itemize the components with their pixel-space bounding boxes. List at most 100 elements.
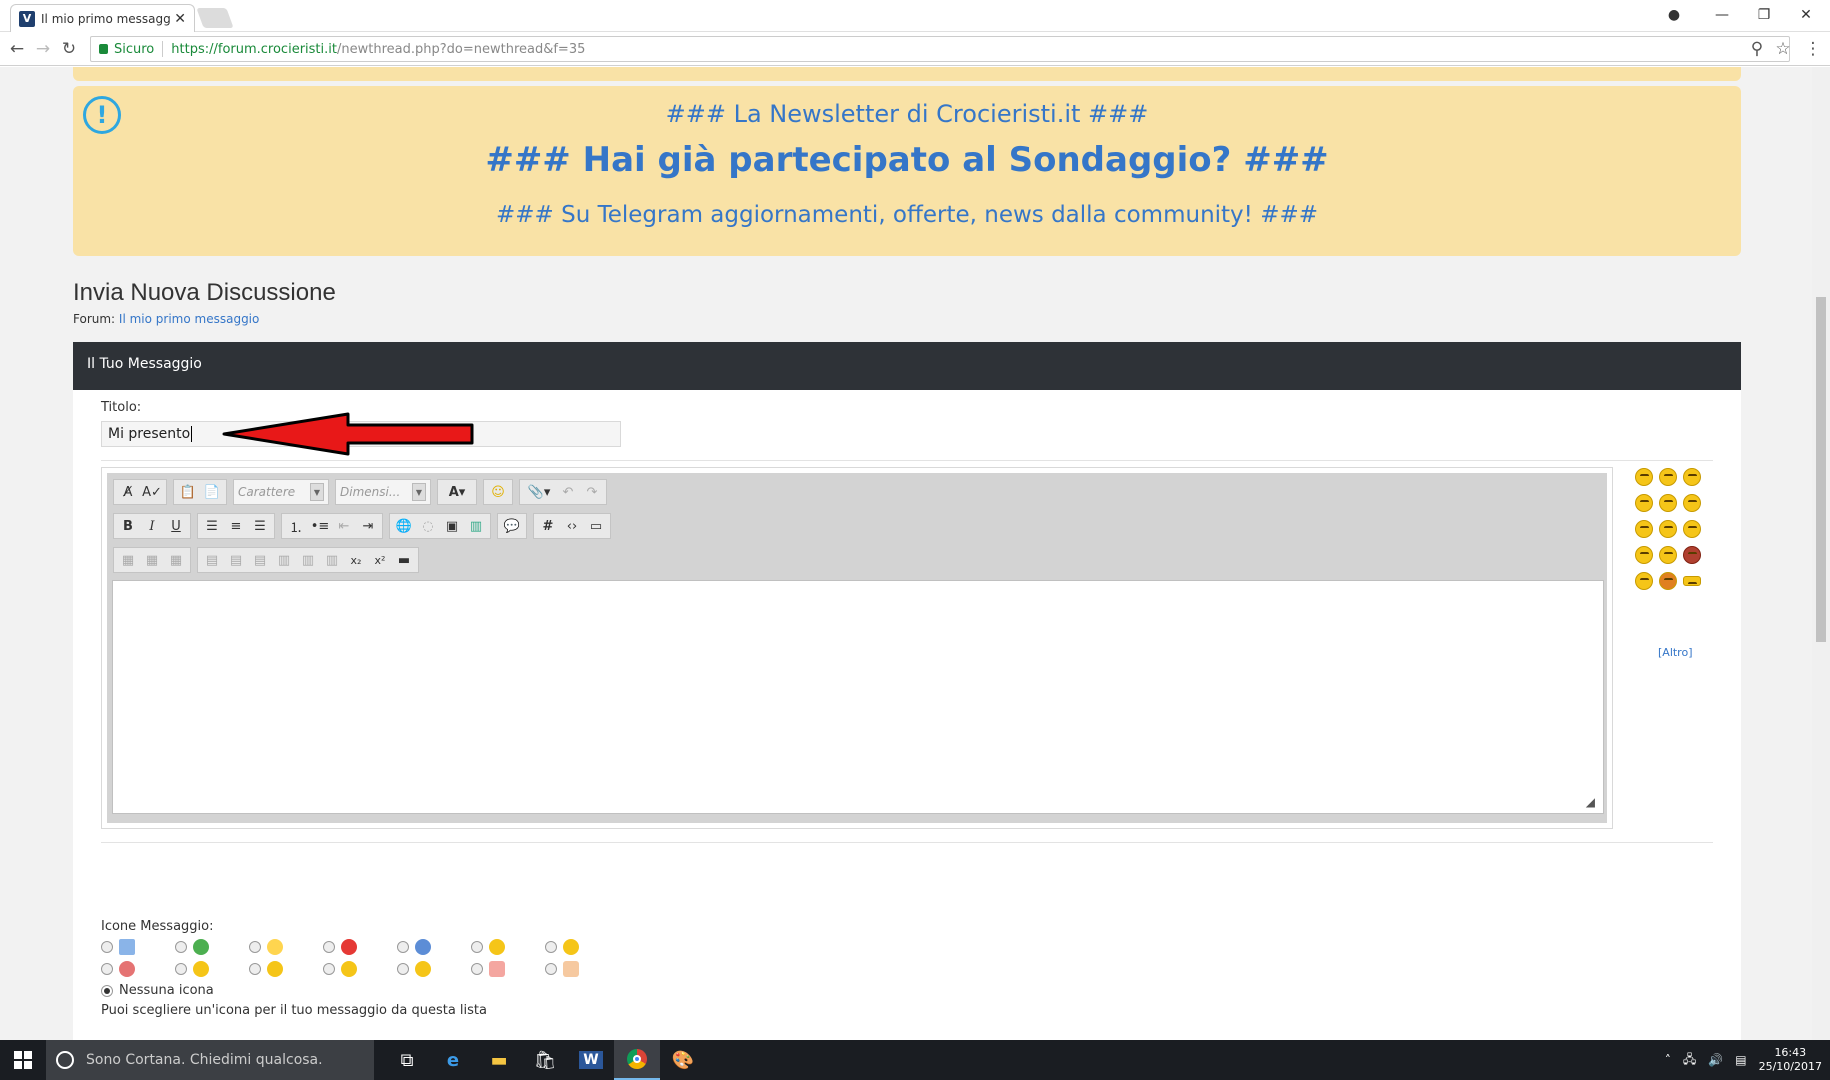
outdent-icon[interactable]: ⇤ <box>332 515 356 537</box>
icon-radio[interactable] <box>471 941 483 953</box>
explorer-icon[interactable]: ▬ <box>476 1040 522 1080</box>
clock[interactable]: 16:43 25/10/2017 <box>1759 1046 1822 1074</box>
hash-icon[interactable]: # <box>536 515 560 537</box>
task-view-icon[interactable]: ⧉ <box>384 1040 430 1080</box>
icon-radio[interactable] <box>249 941 261 953</box>
align-center-icon[interactable]: ≡ <box>224 515 248 537</box>
bullet-list-icon[interactable]: •≡ <box>308 515 332 537</box>
insert-row-above-icon[interactable]: ▤ <box>200 549 224 571</box>
paste-text-icon[interactable]: 📄 <box>200 481 224 503</box>
icon-radio[interactable] <box>471 963 483 975</box>
icon-radio[interactable] <box>397 941 409 953</box>
font-color-icon[interactable]: A▾ <box>440 481 474 503</box>
link-icon[interactable]: 🌐 <box>392 515 416 537</box>
forward-arrow-icon[interactable]: → <box>32 38 54 60</box>
superscript-icon[interactable]: x² <box>368 549 392 571</box>
attachment-icon[interactable]: 📎▾ <box>522 481 556 503</box>
smiley-icon[interactable] <box>1659 520 1677 538</box>
unlink-icon[interactable]: ◌ <box>416 515 440 537</box>
delete-row-icon[interactable]: ▤ <box>248 549 272 571</box>
volume-icon[interactable]: 🔊 <box>1708 1053 1723 1067</box>
smiley-icon[interactable] <box>1659 572 1677 590</box>
insert-row-below-icon[interactable]: ▤ <box>224 549 248 571</box>
word-icon[interactable]: W <box>568 1040 614 1080</box>
video-icon[interactable]: ▥ <box>464 515 488 537</box>
icon-radio[interactable] <box>249 963 261 975</box>
smiley-icon[interactable] <box>1635 494 1653 512</box>
smiley-icon[interactable] <box>1635 520 1653 538</box>
reload-icon[interactable]: ↻ <box>58 38 80 60</box>
insert-col-left-icon[interactable]: ▥ <box>272 549 296 571</box>
new-tab-button[interactable] <box>196 8 234 28</box>
network-icon[interactable]: 🖧 <box>1683 1050 1696 1071</box>
underline-icon[interactable]: U <box>164 515 188 537</box>
edge-icon[interactable]: e <box>430 1040 476 1080</box>
php-icon[interactable]: ▭ <box>584 515 608 537</box>
ordered-list-icon[interactable]: ⒈ <box>284 515 308 537</box>
no-icon-radio[interactable] <box>101 984 113 997</box>
chrome-icon[interactable] <box>614 1040 660 1080</box>
message-textarea[interactable]: ◢ <box>112 580 1604 814</box>
icon-radio[interactable] <box>175 941 187 953</box>
smiley-icon[interactable] <box>1635 546 1653 564</box>
smiley-icon[interactable] <box>1683 520 1701 538</box>
breadcrumb-forum-link[interactable]: Il mio primo messaggio <box>119 312 259 326</box>
bold-icon[interactable]: B <box>116 515 140 537</box>
cortana-search-input[interactable]: Sono Cortana. Chiedimi qualcosa. <box>46 1040 374 1080</box>
italic-icon[interactable]: I <box>140 515 164 537</box>
horizontal-rule-icon[interactable]: ▬ <box>392 549 416 571</box>
icon-radio[interactable] <box>545 941 557 953</box>
subscript-icon[interactable]: x₂ <box>344 549 368 571</box>
smiley-icon[interactable] <box>1659 546 1677 564</box>
size-dropdown[interactable]: Dimensi... ▼ <box>335 479 431 505</box>
train-icon[interactable] <box>1683 546 1701 564</box>
notice-line-survey[interactable]: ### Hai già partecipato al Sondaggio? ##… <box>73 140 1741 180</box>
align-right-icon[interactable]: ☰ <box>248 515 272 537</box>
key-icon[interactable] <box>1683 576 1701 586</box>
smiley-icon[interactable] <box>1635 468 1653 486</box>
notice-line-telegram[interactable]: ### Su Telegram aggiornamenti, offerte, … <box>73 202 1741 228</box>
smiley-icon[interactable] <box>1683 468 1701 486</box>
code-icon[interactable]: ‹› <box>560 515 584 537</box>
quote-icon[interactable]: 💬 <box>500 515 524 537</box>
icon-radio[interactable] <box>545 963 557 975</box>
redo-icon[interactable]: ↷ <box>580 481 604 503</box>
smiley-icon[interactable]: ☺ <box>486 481 510 503</box>
paint-icon[interactable]: 🎨 <box>660 1040 706 1080</box>
menu-kebab-icon[interactable]: ⋮ <box>1802 38 1824 60</box>
page-scrollbar[interactable] <box>1812 67 1830 1040</box>
store-icon[interactable]: 🛍 <box>522 1040 568 1080</box>
start-icon[interactable] <box>0 1040 46 1080</box>
smiley-icon[interactable] <box>1683 494 1701 512</box>
browser-tab[interactable]: V Il mio primo messaggio ✕ <box>10 4 195 32</box>
smiley-icon[interactable] <box>1635 572 1653 590</box>
url-input[interactable]: Sicuro https://forum.crocieristi.it /new… <box>90 36 1790 62</box>
smiley-icon[interactable] <box>1659 494 1677 512</box>
chevron-up-icon[interactable]: ˄ <box>1665 1053 1671 1067</box>
table-delete-icon[interactable]: ▦ <box>164 549 188 571</box>
delete-col-icon[interactable]: ▥ <box>320 549 344 571</box>
spellcheck-icon[interactable]: A✓ <box>140 481 164 503</box>
paste-icon[interactable]: 📋 <box>176 481 200 503</box>
profile-icon[interactable]: ● <box>1652 0 1696 30</box>
icon-radio[interactable] <box>397 963 409 975</box>
table-props-icon[interactable]: ▦ <box>140 549 164 571</box>
minimize-button[interactable]: — <box>1700 0 1744 30</box>
smiley-icon[interactable] <box>1659 468 1677 486</box>
notification-icon[interactable]: ▤ <box>1735 1053 1746 1067</box>
zoom-icon[interactable]: ⚲ <box>1746 38 1768 60</box>
undo-icon[interactable]: ↶ <box>556 481 580 503</box>
back-arrow-icon[interactable]: ← <box>6 38 28 60</box>
icon-radio[interactable] <box>323 941 335 953</box>
scrollbar-thumb[interactable] <box>1816 297 1826 642</box>
icon-radio[interactable] <box>175 963 187 975</box>
icon-radio[interactable] <box>101 963 113 975</box>
align-left-icon[interactable]: ☰ <box>200 515 224 537</box>
restore-button[interactable]: ❐ <box>1742 0 1786 30</box>
close-window-button[interactable]: ✕ <box>1784 0 1828 30</box>
icon-radio[interactable] <box>101 941 113 953</box>
image-icon[interactable]: ▣ <box>440 515 464 537</box>
notice-line-newsletter[interactable]: ### La Newsletter di Crocieristi.it ### <box>73 100 1741 128</box>
bookmark-star-icon[interactable]: ☆ <box>1772 38 1794 60</box>
more-smilies-link[interactable]: [Altro] <box>1658 646 1693 659</box>
